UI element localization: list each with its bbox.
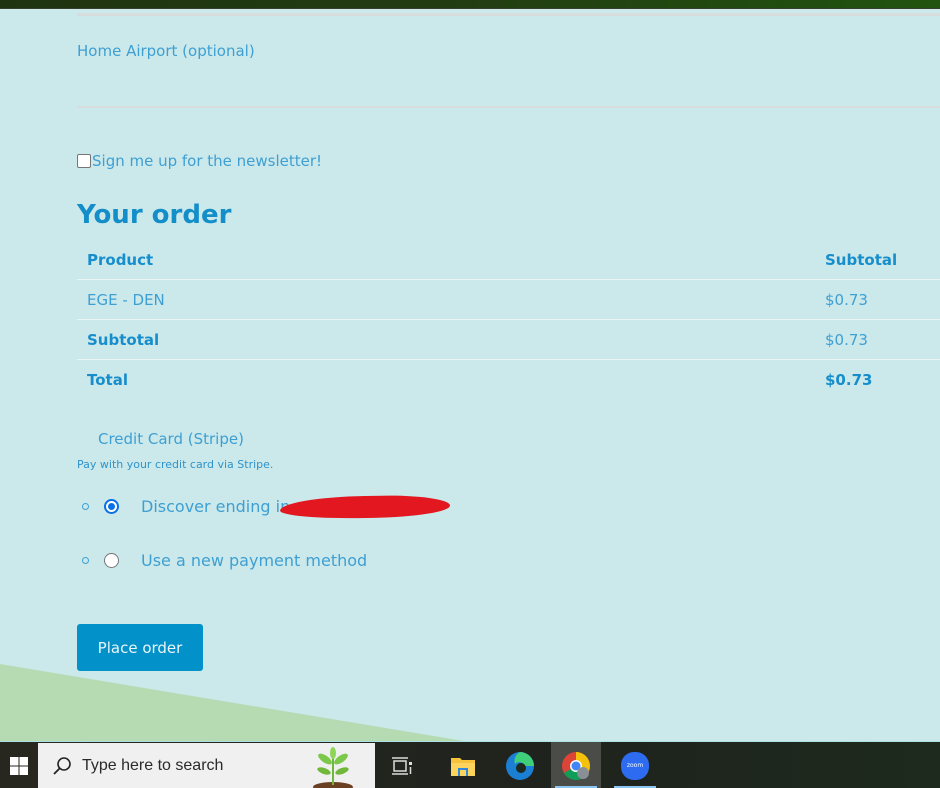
newsletter-option[interactable]: Sign me up for the newsletter!: [77, 152, 322, 170]
saved-card-label: Discover ending in: [141, 497, 291, 516]
start-button[interactable]: [0, 742, 38, 788]
new-payment-label: Use a new payment method: [141, 551, 368, 570]
edge-button[interactable]: [495, 742, 545, 788]
product-subtotal: $0.73: [825, 290, 868, 309]
search-placeholder: Type here to search: [82, 757, 224, 774]
subtotal-value: $0.73: [825, 330, 868, 349]
table-header-row: Product Subtotal: [77, 240, 940, 280]
product-name: EGE - DEN: [87, 290, 165, 309]
order-table: Product Subtotal EGE - DEN $0.73 Subtota…: [77, 240, 940, 400]
seedling-icon: [313, 747, 353, 788]
list-bullet-icon: [82, 503, 89, 510]
file-explorer-button[interactable]: [438, 742, 488, 788]
newsletter-label: Sign me up for the newsletter!: [92, 152, 323, 170]
total-value: $0.73: [825, 371, 873, 389]
divider: [77, 13, 940, 16]
new-payment-option[interactable]: Use a new payment method: [82, 551, 367, 570]
total-label: Total: [87, 371, 128, 389]
windows-logo-icon: [10, 756, 28, 775]
taskbar: Type here to search zoom: [0, 741, 940, 788]
saved-card-radio[interactable]: [104, 499, 119, 514]
place-order-button[interactable]: Place order: [77, 624, 203, 671]
home-airport-label: Home Airport (optional): [77, 42, 255, 60]
total-row: Total $0.73: [77, 360, 940, 400]
subtotal-row: Subtotal $0.73: [77, 320, 940, 360]
newsletter-checkbox[interactable]: [77, 154, 91, 168]
list-bullet-icon: [82, 557, 89, 564]
search-icon: [53, 757, 71, 775]
payment-method-title: Credit Card (Stripe): [98, 430, 244, 448]
subtotal-label: Subtotal: [87, 330, 160, 349]
background-hill: [0, 664, 470, 742]
page-header-strip: [0, 0, 940, 9]
task-view-button[interactable]: [378, 742, 428, 788]
edge-browser-icon: [506, 751, 534, 780]
home-airport-input-underline[interactable]: [77, 106, 940, 108]
order-title: Your order: [77, 200, 232, 230]
saved-card-option[interactable]: Discover ending in: [82, 497, 290, 516]
task-view-icon: [392, 756, 412, 775]
chrome-browser-icon: [562, 751, 590, 780]
folder-icon: [451, 757, 475, 776]
table-row: EGE - DEN $0.73: [77, 280, 940, 320]
redaction-mark: [279, 494, 451, 520]
chrome-button[interactable]: [551, 742, 601, 788]
taskbar-search-box[interactable]: Type here to search: [38, 743, 375, 788]
column-header-product: Product: [87, 250, 154, 269]
column-header-subtotal: Subtotal: [825, 250, 898, 269]
payment-method-description: Pay with your credit card via Stripe.: [77, 458, 274, 471]
zoom-app-label: zoom: [626, 762, 644, 769]
zoom-button[interactable]: zoom: [610, 742, 660, 788]
new-payment-radio[interactable]: [104, 553, 119, 568]
